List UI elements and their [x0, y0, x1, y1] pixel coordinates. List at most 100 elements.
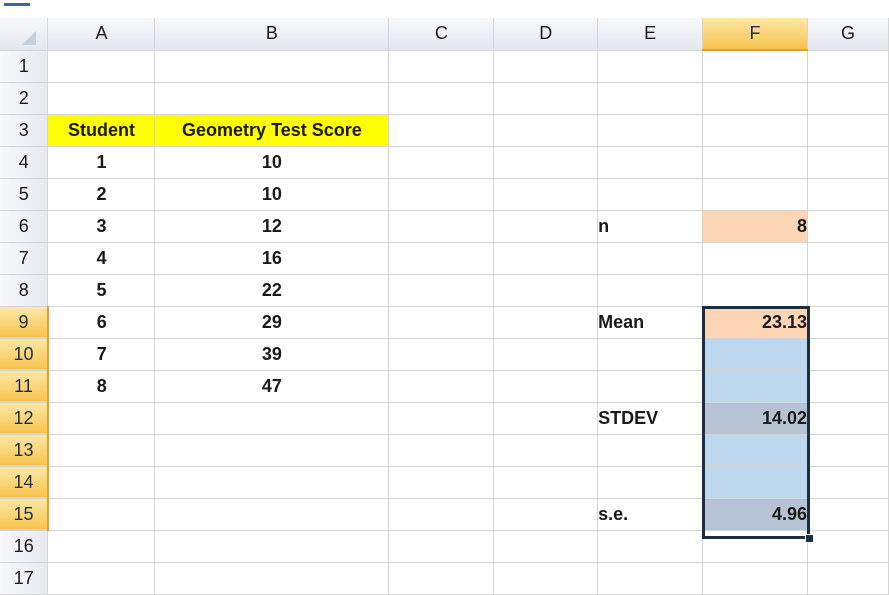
cell-e4[interactable]	[597, 146, 704, 179]
cell-c13[interactable]	[388, 434, 495, 467]
cell-b4[interactable]: 10	[154, 146, 390, 179]
cell-g16[interactable]	[807, 530, 889, 563]
cell-c16[interactable]	[388, 530, 495, 563]
cell-c9[interactable]	[388, 306, 495, 339]
cell-f5[interactable]	[702, 178, 809, 211]
cell-f2[interactable]	[702, 82, 809, 115]
cell-b7[interactable]: 16	[154, 242, 390, 275]
column-header-a[interactable]: A	[47, 18, 156, 51]
row-header-5[interactable]: 5	[0, 178, 49, 211]
cell-c2[interactable]	[388, 82, 495, 115]
cell-e11[interactable]	[597, 370, 704, 403]
cell-a2[interactable]	[47, 82, 156, 115]
cell-c7[interactable]	[388, 242, 495, 275]
row-header-10[interactable]: 10	[0, 338, 49, 371]
cell-b9[interactable]: 29	[154, 306, 390, 339]
cell-d11[interactable]	[493, 370, 599, 403]
cell-e10[interactable]	[597, 338, 704, 371]
cell-g9[interactable]	[807, 306, 889, 339]
cell-c5[interactable]	[388, 178, 495, 211]
row-header-12[interactable]: 12	[0, 402, 49, 435]
cell-a8[interactable]: 5	[47, 274, 156, 307]
cell-e2[interactable]	[597, 82, 704, 115]
cell-d5[interactable]	[493, 178, 599, 211]
fill-handle[interactable]	[805, 534, 814, 543]
cell-g7[interactable]	[807, 242, 889, 275]
cell-f10[interactable]	[702, 338, 809, 371]
cell-a11[interactable]: 8	[47, 370, 156, 403]
cell-a12[interactable]	[47, 402, 156, 435]
cell-b2[interactable]	[154, 82, 390, 115]
row-header-14[interactable]: 14	[0, 466, 49, 499]
cell-e6[interactable]: n	[597, 210, 704, 243]
cell-g11[interactable]	[807, 370, 889, 403]
cell-e3[interactable]	[597, 114, 704, 147]
cell-b5[interactable]: 10	[154, 178, 390, 211]
cell-e14[interactable]	[597, 466, 704, 499]
cell-b1[interactable]	[154, 50, 390, 83]
cell-a5[interactable]: 2	[47, 178, 156, 211]
cell-c15[interactable]	[388, 498, 495, 531]
row-header-7[interactable]: 7	[0, 242, 49, 275]
select-all-button[interactable]	[0, 18, 49, 51]
cell-a6[interactable]: 3	[47, 210, 156, 243]
cell-g6[interactable]	[807, 210, 889, 243]
cell-d3[interactable]	[493, 114, 599, 147]
cell-a15[interactable]	[47, 498, 156, 531]
cell-d2[interactable]	[493, 82, 599, 115]
cell-g4[interactable]	[807, 146, 889, 179]
row-header-2[interactable]: 2	[0, 82, 49, 115]
cell-c14[interactable]	[388, 466, 495, 499]
row-header-1[interactable]: 1	[0, 50, 49, 83]
cell-f14[interactable]	[702, 466, 809, 499]
cell-g3[interactable]	[807, 114, 889, 147]
cell-c6[interactable]	[388, 210, 495, 243]
cell-d12[interactable]	[493, 402, 599, 435]
column-header-e[interactable]: E	[597, 18, 704, 51]
cell-a9[interactable]: 6	[47, 306, 156, 339]
cell-d7[interactable]	[493, 242, 599, 275]
cell-a3[interactable]: Student	[47, 114, 156, 147]
cell-b3[interactable]: Geometry Test Score	[154, 114, 390, 147]
cell-f7[interactable]	[702, 242, 809, 275]
cell-g14[interactable]	[807, 466, 889, 499]
cell-d10[interactable]	[493, 338, 599, 371]
cell-d16[interactable]	[493, 530, 599, 563]
row-header-3[interactable]: 3	[0, 114, 49, 147]
row-header-9[interactable]: 9	[0, 306, 49, 339]
cell-b8[interactable]: 22	[154, 274, 390, 307]
cell-c11[interactable]	[388, 370, 495, 403]
cell-d13[interactable]	[493, 434, 599, 467]
cell-f16[interactable]	[702, 530, 809, 563]
column-header-c[interactable]: C	[388, 18, 495, 51]
cell-e16[interactable]	[597, 530, 704, 563]
cell-d17[interactable]	[493, 562, 599, 595]
cell-g8[interactable]	[807, 274, 889, 307]
cell-d1[interactable]	[493, 50, 599, 83]
cell-d9[interactable]	[493, 306, 599, 339]
cell-g1[interactable]	[807, 50, 889, 83]
cell-f6[interactable]: 8	[702, 210, 809, 243]
cell-g10[interactable]	[807, 338, 889, 371]
cell-d14[interactable]	[493, 466, 599, 499]
cell-b14[interactable]	[154, 466, 390, 499]
row-header-16[interactable]: 16	[0, 530, 49, 563]
cell-a14[interactable]	[47, 466, 156, 499]
column-header-g[interactable]: G	[807, 18, 889, 51]
cell-c1[interactable]	[388, 50, 495, 83]
cell-f17[interactable]	[702, 562, 809, 595]
cell-b12[interactable]	[154, 402, 390, 435]
cell-c4[interactable]	[388, 146, 495, 179]
cell-a4[interactable]: 1	[47, 146, 156, 179]
column-header-f[interactable]: F	[702, 18, 809, 51]
cell-e1[interactable]	[597, 50, 704, 83]
cell-b11[interactable]: 47	[154, 370, 390, 403]
row-header-11[interactable]: 11	[0, 370, 49, 403]
column-header-d[interactable]: D	[493, 18, 599, 51]
cell-a13[interactable]	[47, 434, 156, 467]
cell-g2[interactable]	[807, 82, 889, 115]
cell-b13[interactable]	[154, 434, 390, 467]
row-header-13[interactable]: 13	[0, 434, 49, 467]
cell-a17[interactable]	[47, 562, 156, 595]
cell-d8[interactable]	[493, 274, 599, 307]
